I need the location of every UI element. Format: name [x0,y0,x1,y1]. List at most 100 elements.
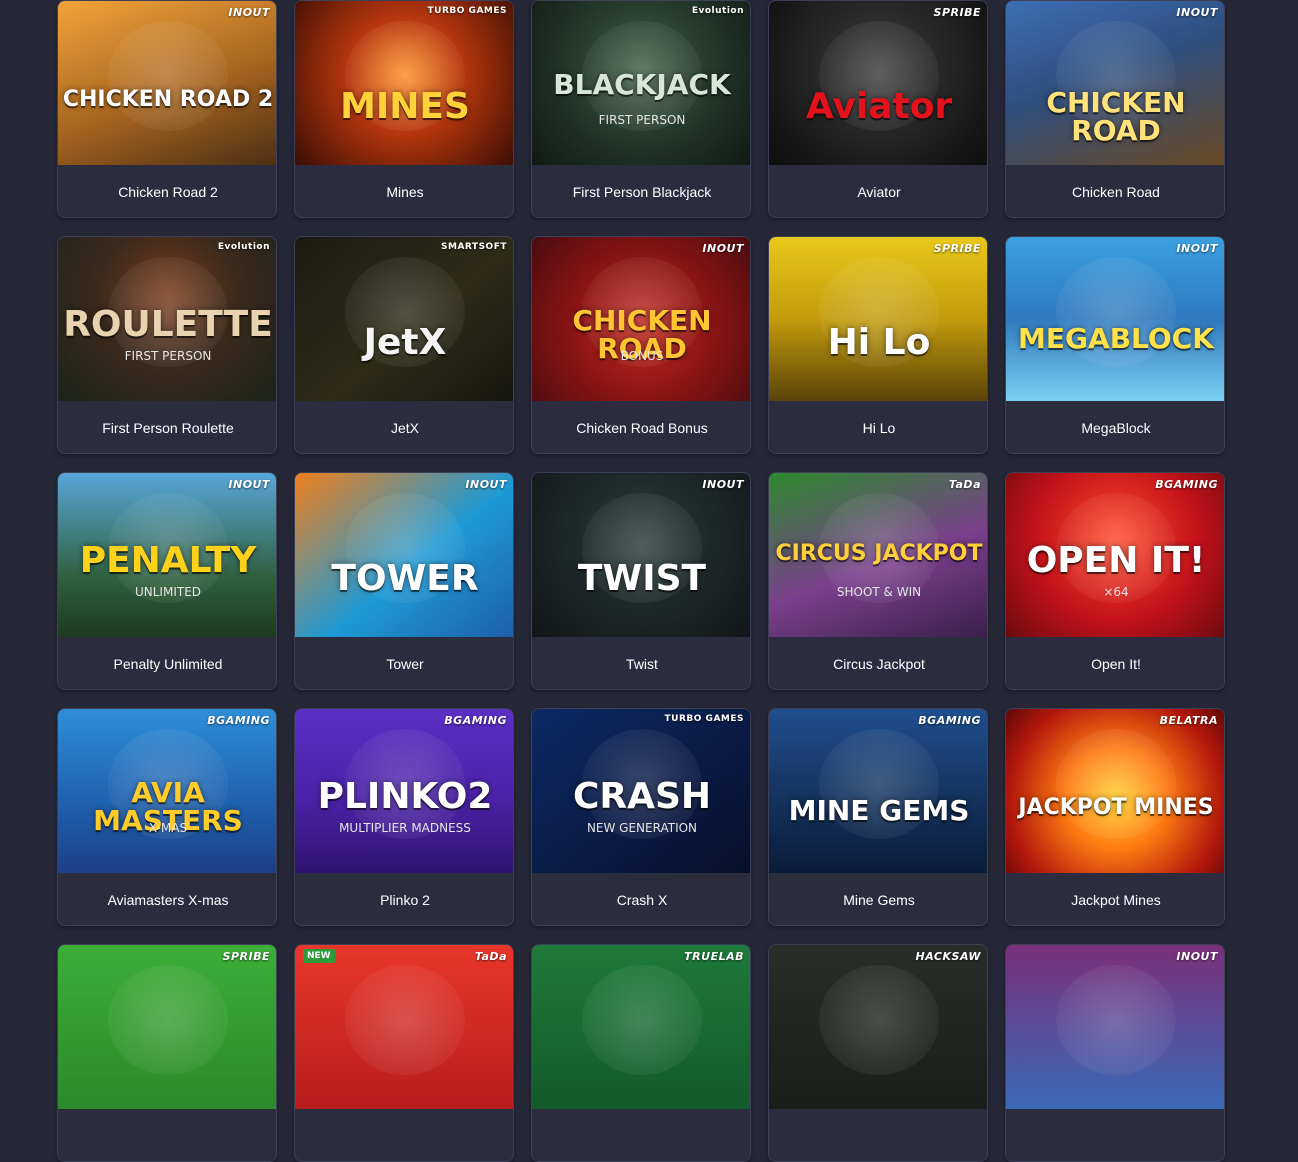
game-thumbnail[interactable]: BGAMING OPEN IT! ×64 [1006,473,1224,637]
game-card-mines[interactable]: TURBO GAMES MINES Mines [294,0,514,218]
game-title[interactable]: Jackpot Mines [1006,873,1224,925]
game-thumbnail[interactable]: SPRIBE [58,945,276,1109]
game-thumbnail[interactable]: INOUT TOWER [295,473,513,637]
thumbnail-glow [1056,729,1176,839]
game-thumbnail[interactable]: BELATRA JACKPOT MINES [1006,709,1224,873]
game-title[interactable]: Chicken Road [1006,165,1224,217]
game-card-aviator[interactable]: SPRIBE Aviator Aviator [768,0,988,218]
game-card-row5-5[interactable]: INOUT [1005,944,1225,1162]
game-thumbnail[interactable]: SPRIBE Aviator [769,1,987,165]
game-card-first-person-roulette[interactable]: Evolution ROULETTE FIRST PERSON First Perso… [57,236,277,454]
game-logo-text: CHICKEN ROAD [1046,86,1186,147]
game-card-first-person-blackjack[interactable]: Evolution BLACKJACK FIRST PERSON First Pers… [531,0,751,218]
game-title[interactable]: Circus Jackpot [769,637,987,689]
game-thumbnail[interactable]: BGAMING AVIA MASTERS X-MAS [58,709,276,873]
game-thumbnail[interactable]: SMARTSOFT JetX [295,237,513,401]
game-logo-text: MINE GEMS [788,794,970,827]
game-card-twist[interactable]: INOUT TWIST Twist [531,472,751,690]
game-title[interactable]: Hi Lo [769,401,987,453]
game-card-open-it[interactable]: BGAMING OPEN IT! ×64 Open It! [1005,472,1225,690]
game-title[interactable]: Twist [532,637,750,689]
game-thumbnail[interactable]: INOUT [1006,945,1224,1109]
game-logo-text: JACKPOT MINES [1018,795,1214,820]
game-thumbnail[interactable]: INOUT CHICKEN ROAD [1006,1,1224,165]
game-title[interactable]: First Person Blackjack [532,165,750,217]
thumbnail-glow [108,965,228,1075]
game-thumbnail[interactable]: SPRIBE Hi Lo [769,237,987,401]
provider-logo: Evolution [217,242,270,252]
game-title[interactable]: Mines [295,165,513,217]
game-title[interactable] [58,1109,276,1161]
game-thumbnail[interactable]: NEW TaDa [295,945,513,1109]
game-card-row5-3[interactable]: TRUELAB [531,944,751,1162]
game-thumbnail[interactable]: INOUT CHICKEN ROAD BONUS [532,237,750,401]
provider-logo: INOUT [702,478,744,491]
game-card-hi-lo[interactable]: SPRIBE Hi Lo Hi Lo [768,236,988,454]
game-logo-subtitle: UNLIMITED [134,585,202,599]
game-card-row5-2[interactable]: NEW TaDa [294,944,514,1162]
game-logo-text: TOWER [331,558,479,599]
game-logo-subtitle: FIRST PERSON [598,113,686,127]
game-title[interactable] [1006,1109,1224,1161]
game-thumbnail[interactable]: Evolution ROULETTE FIRST PERSON [58,237,276,401]
game-title[interactable]: Aviamasters X-mas [58,873,276,925]
game-logo-subtitle: ×64 [1103,585,1129,599]
thumbnail-glow [1056,965,1176,1075]
game-title[interactable]: Chicken Road Bonus [532,401,750,453]
game-logo-text: Aviator [805,86,953,127]
game-card-megablock[interactable]: INOUT MEGABLOCK MegaBlock [1005,236,1225,454]
game-title[interactable] [532,1109,750,1161]
game-card-circus-jackpot[interactable]: TaDa CIRCUS JACKPOT SHOOT & WIN Circus Jack… [768,472,988,690]
game-thumbnail[interactable]: BGAMING PLINKO2 MULTIPLIER MADNESS [295,709,513,873]
game-thumbnail[interactable]: HACKSAW [769,945,987,1109]
game-thumbnail[interactable]: INOUT MEGABLOCK [1006,237,1224,401]
game-card-chicken-road-2[interactable]: INOUT CHICKEN ROAD 2 Chicken Road 2 [57,0,277,218]
game-thumbnail[interactable]: INOUT PENALTY UNLIMITED [58,473,276,637]
thumbnail-glow [819,965,939,1075]
game-title[interactable]: Crash X [532,873,750,925]
game-title[interactable]: Penalty Unlimited [58,637,276,689]
game-thumbnail[interactable]: INOUT CHICKEN ROAD 2 [58,1,276,165]
game-thumbnail[interactable]: TRUELAB [532,945,750,1109]
game-card-penalty-unlimited[interactable]: INOUT PENALTY UNLIMITED Penalty Unlimited [57,472,277,690]
game-thumbnail[interactable]: Evolution BLACKJACK FIRST PERSON [532,1,750,165]
game-card-aviamasters-x-mas[interactable]: BGAMING AVIA MASTERS X-MAS Aviamasters X-ma… [57,708,277,926]
game-logo-subtitle: SHOOT & WIN [836,585,922,599]
game-card-plinko-2[interactable]: BGAMING PLINKO2 MULTIPLIER MADNESS Plinko 2 [294,708,514,926]
game-title[interactable] [769,1109,987,1161]
game-thumbnail[interactable]: INOUT TWIST [532,473,750,637]
game-card-jetx[interactable]: SMARTSOFT JetX JetX [294,236,514,454]
game-card-mine-gems[interactable]: BGAMING MINE GEMS Mine Gems [768,708,988,926]
game-title[interactable]: First Person Roulette [58,401,276,453]
game-card-tower[interactable]: INOUT TOWER Tower [294,472,514,690]
game-card-crash-x[interactable]: TURBO GAMES CRASH NEW GENERATION Crash X [531,708,751,926]
game-thumbnail[interactable]: BGAMING MINE GEMS [769,709,987,873]
game-title[interactable]: Plinko 2 [295,873,513,925]
game-title[interactable]: Open It! [1006,637,1224,689]
game-title[interactable]: Chicken Road 2 [58,165,276,217]
game-title[interactable]: Mine Gems [769,873,987,925]
game-card-jackpot-mines[interactable]: BELATRA JACKPOT MINES Jackpot Mines [1005,708,1225,926]
provider-logo: SMARTSOFT [441,242,507,252]
game-thumbnail[interactable]: TURBO GAMES CRASH NEW GENERATION [532,709,750,873]
game-card-chicken-road[interactable]: INOUT CHICKEN ROAD Chicken Road [1005,0,1225,218]
game-title[interactable]: Aviator [769,165,987,217]
provider-logo: TaDa [948,478,981,491]
game-title[interactable]: MegaBlock [1006,401,1224,453]
provider-logo: Evolution [691,6,744,16]
game-title[interactable] [295,1109,513,1161]
game-logo-subtitle: FIRST PERSON [124,349,212,363]
provider-logo: INOUT [228,6,270,19]
game-card-chicken-road-bonus[interactable]: INOUT CHICKEN ROAD BONUS Chicken Road Bonus [531,236,751,454]
game-card-row5-4[interactable]: HACKSAW [768,944,988,1162]
game-thumbnail[interactable]: TaDa CIRCUS JACKPOT SHOOT & WIN [769,473,987,637]
provider-logo: INOUT [228,478,270,491]
provider-logo: INOUT [1176,6,1218,19]
provider-logo: INOUT [465,478,507,491]
game-logo-text: MINES [340,86,470,127]
game-title[interactable]: Tower [295,637,513,689]
game-title[interactable]: JetX [295,401,513,453]
provider-logo: TURBO GAMES [664,714,744,724]
game-card-row5-1[interactable]: SPRIBE [57,944,277,1162]
game-thumbnail[interactable]: TURBO GAMES MINES [295,1,513,165]
